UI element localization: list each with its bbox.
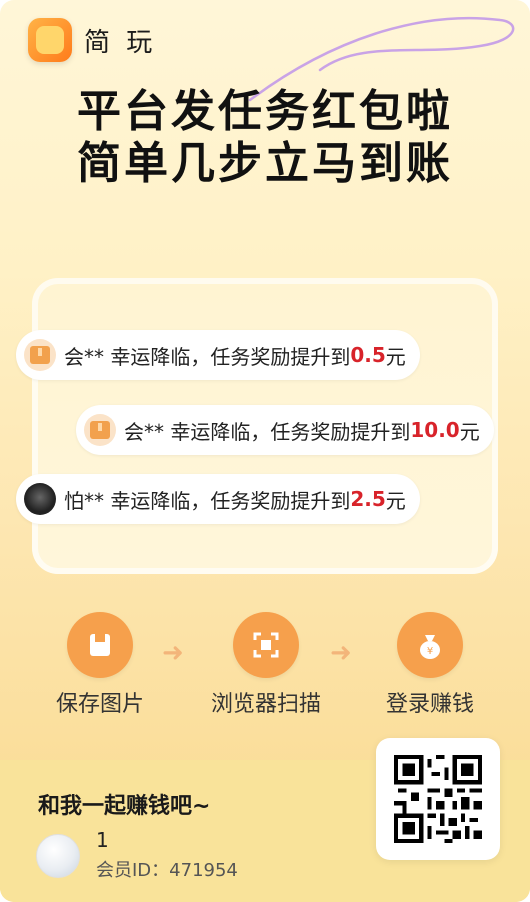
step-label: 浏览器扫描 bbox=[210, 692, 321, 717]
save-image-icon bbox=[67, 612, 133, 678]
money-bag-icon: ¥ bbox=[397, 612, 463, 678]
notification-item: 会** 幸运降临，任务奖励提升到 10.0 元 bbox=[76, 405, 494, 455]
package-icon bbox=[24, 339, 56, 371]
svg-text:¥: ¥ bbox=[427, 646, 433, 657]
app-logo-icon bbox=[28, 18, 72, 62]
notification-amount: 0.5 bbox=[350, 343, 386, 367]
avatar bbox=[36, 834, 80, 878]
step-label: 登录赚钱 bbox=[385, 692, 474, 717]
qr-code-card bbox=[376, 738, 500, 860]
step-label: 保存图片 bbox=[55, 692, 144, 717]
notification-item: 怕** 幸运降临，任务奖励提升到 2.5 元 bbox=[16, 474, 420, 524]
user-avatar-icon bbox=[24, 483, 56, 515]
arrow-right-icon: ➜ bbox=[330, 638, 352, 668]
notification-text: 怕** 幸运降临，任务奖励提升到 bbox=[64, 488, 351, 513]
notification-item: 会** 幸运降临，任务奖励提升到 0.5 元 bbox=[16, 330, 420, 380]
step-login-earn: ¥ 登录赚钱 bbox=[350, 612, 510, 718]
app-name: 简 玩 bbox=[84, 27, 157, 58]
member-id: 会员ID：471954 bbox=[96, 860, 238, 881]
step-save-image: 保存图片 bbox=[20, 612, 180, 718]
notification-unit: 元 bbox=[385, 488, 406, 513]
scan-icon bbox=[233, 612, 299, 678]
arrow-right-icon: ➜ bbox=[162, 638, 184, 668]
notification-text: 会** 幸运降临，任务奖励提升到 bbox=[64, 344, 351, 369]
step-scan: 浏览器扫描 bbox=[186, 612, 346, 718]
headline-line-1: 平台发任务红包啦 bbox=[77, 86, 453, 137]
notification-text: 会** 幸运降临，任务奖励提升到 bbox=[124, 419, 411, 444]
notification-amount: 10.0 bbox=[410, 418, 460, 442]
headline: 平台发任务红包啦 简单几步立马到账 bbox=[0, 86, 530, 190]
notification-amount: 2.5 bbox=[350, 487, 386, 511]
invite-title: 和我一起赚钱吧~ bbox=[38, 794, 211, 819]
username: 1 bbox=[96, 828, 109, 852]
invite-page: 简 玩 平台发任务红包啦 简单几步立马到账 会** 幸运降临，任务奖励提升到 0.… bbox=[0, 0, 530, 902]
notification-unit: 元 bbox=[385, 344, 406, 369]
qr-code-icon bbox=[394, 755, 482, 843]
headline-line-2: 简单几步立马到账 bbox=[77, 138, 453, 189]
notification-unit: 元 bbox=[459, 419, 480, 444]
package-icon bbox=[84, 414, 116, 446]
brand-header: 简 玩 bbox=[28, 18, 156, 62]
steps-row: 保存图片 ➜ 浏览器扫描 ➜ ¥ 登录赚钱 bbox=[0, 612, 530, 722]
